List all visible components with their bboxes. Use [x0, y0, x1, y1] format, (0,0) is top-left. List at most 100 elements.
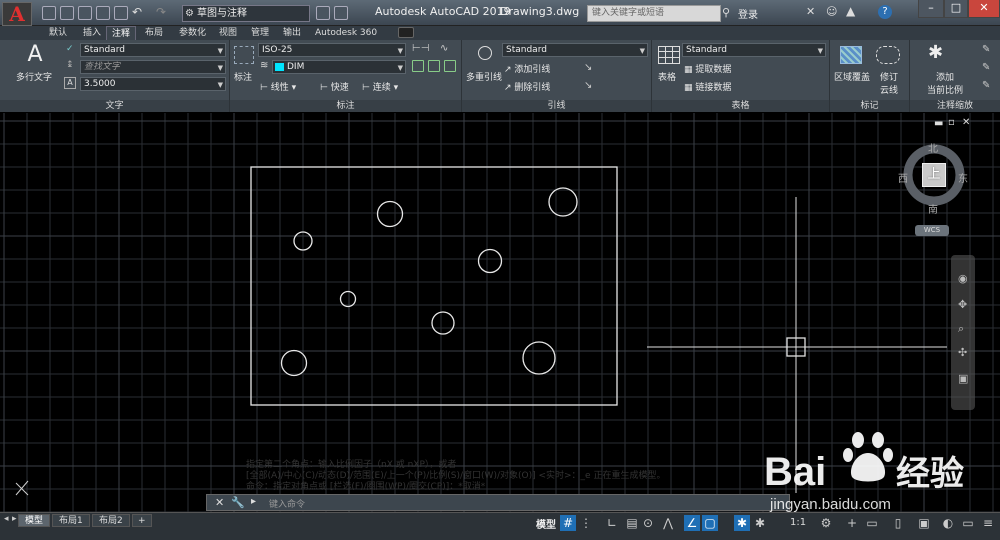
layout-nav-right-icon[interactable]: ▸ [12, 514, 17, 524]
dim-space-icon[interactable] [412, 60, 424, 72]
multileader-button[interactable]: 多重引线 [466, 70, 502, 83]
revcloud-button[interactable]: 修订 云线 [880, 70, 898, 96]
annoscale-icon-3[interactable]: ✎ [982, 80, 990, 91]
viewport-close-icon[interactable]: ✕ [962, 117, 970, 128]
annotation-scale-select[interactable]: 1:1 [790, 517, 806, 528]
command-input[interactable]: 键入命令 [269, 497, 305, 510]
share-icon[interactable] [316, 6, 330, 20]
text-style-select[interactable]: Standard [80, 43, 226, 57]
application-menu-button[interactable]: A [2, 2, 32, 26]
continue-dim-button[interactable]: ⊢ 连续 ▾ [362, 80, 398, 93]
ribbon-tab[interactable]: 布局 [140, 26, 168, 40]
annoscale-icon-2[interactable]: ✎ [982, 62, 990, 73]
dimension-panel-label[interactable]: 标注 [230, 100, 461, 112]
auto-scale-icon[interactable]: ✱ [752, 515, 768, 531]
layout-tab[interactable]: 布局2 [92, 514, 130, 527]
ribbon-tab[interactable]: 注释 [106, 26, 137, 40]
viewcube-west[interactable]: 西 [898, 170, 908, 185]
text-height-select[interactable]: 3.5000 [80, 77, 226, 91]
table-panel-label[interactable]: 表格 [652, 100, 829, 112]
workspace-switch[interactable]: 草图与注释 [182, 5, 310, 22]
clean-screen-icon[interactable]: ▭ [960, 515, 976, 531]
help-search-input[interactable]: 键入关键字或短语 [587, 5, 721, 22]
orbit-icon[interactable]: ✣ [958, 346, 967, 359]
publish-icon[interactable] [334, 6, 348, 20]
annotation-visibility-icon[interactable]: ✱ [734, 515, 750, 531]
layout-nav-left-icon[interactable]: ◂ [4, 514, 9, 524]
maximize-button[interactable]: □ [944, 0, 968, 18]
mtext-button[interactable]: 多行文字 [16, 70, 52, 83]
osnap-tracking-icon[interactable]: ∠ [684, 515, 700, 531]
exchange-apps-icon[interactable]: ✕ [806, 5, 815, 18]
redo-icon[interactable]: ↷ [156, 5, 166, 19]
extract-data-button[interactable]: ▦ 提取数据 [684, 62, 731, 75]
dimension-button[interactable]: 标注 [234, 70, 252, 83]
command-close-icon[interactable]: ✕ [215, 496, 224, 509]
collect-leader-icon[interactable]: ↘ [584, 80, 592, 91]
align-leader-icon[interactable]: ↘ [584, 62, 592, 73]
find-text-input[interactable]: 查找文字 [80, 60, 226, 74]
workspace-gear-icon[interactable]: ⚙ [818, 515, 834, 531]
linear-dim-button[interactable]: ⊢ 线性 ▾ [260, 80, 296, 93]
snap-icon[interactable]: ⋮ [578, 515, 594, 531]
ribbon-tab[interactable]: 参数化 [174, 26, 211, 40]
viewport-restore-icon[interactable]: ▫ [948, 117, 955, 128]
ribbon-toggle-icon[interactable] [398, 27, 414, 38]
steering-wheel-icon[interactable]: ◉ [958, 272, 968, 285]
ribbon-tab[interactable]: 管理 [246, 26, 274, 40]
zoom-icon[interactable]: ⌕ [958, 322, 964, 336]
dim-update-icon[interactable] [444, 60, 456, 72]
circle-entity[interactable] [548, 187, 578, 217]
remove-leader-button[interactable]: ↗ 删除引线 [504, 80, 550, 93]
rectangle-entity[interactable] [250, 166, 618, 406]
viewport-minimize-icon[interactable]: ▬ [934, 118, 943, 129]
dim-style-select[interactable]: ISO-25 [258, 43, 406, 57]
table-button[interactable]: 表格 [658, 70, 676, 83]
dim-adjust-icon[interactable]: ∿ [440, 43, 448, 54]
table-style-select[interactable]: Standard [682, 43, 826, 57]
ribbon-tab[interactable]: 输出 [278, 26, 306, 40]
wcs-menu[interactable]: WCS [915, 225, 949, 236]
layout-tab[interactable]: 布局1 [52, 514, 90, 527]
pan-icon[interactable]: ✥ [958, 298, 967, 311]
annotation-scaling-label[interactable]: 注释缩放 [910, 100, 1000, 112]
command-customize-icon[interactable]: 🔧 [231, 496, 245, 509]
dim-layer-select[interactable]: DIM [272, 60, 406, 74]
viewcube-east[interactable]: 东 [958, 170, 968, 185]
annoscale-icon-1[interactable]: ✎ [982, 44, 990, 55]
add-current-scale-button[interactable]: 添加 当前比例 [914, 70, 976, 96]
circle-entity[interactable] [477, 248, 503, 274]
command-recent-icon[interactable]: ▸ [251, 496, 256, 507]
open-file-icon[interactable] [60, 6, 74, 20]
save-icon[interactable] [78, 6, 92, 20]
ribbon-tab[interactable]: 插入 [78, 26, 106, 40]
print-icon[interactable] [114, 6, 128, 20]
grid-icon[interactable]: # [560, 515, 576, 531]
lock-ui-icon[interactable]: ▣ [916, 515, 932, 531]
layout-tab[interactable]: 模型 [18, 514, 51, 527]
customization-icon[interactable]: ≡ [980, 515, 996, 531]
text-panel-label[interactable]: 文字 [0, 100, 229, 112]
object-snap-icon[interactable]: ▢ [702, 515, 718, 531]
a360-icon[interactable]: ▲ [846, 4, 855, 18]
viewcube-north[interactable]: 北 [928, 140, 938, 155]
binoculars-icon[interactable]: ⚲ [722, 6, 730, 19]
markup-panel-label[interactable]: 标记 [830, 100, 909, 112]
circle-entity[interactable] [339, 290, 357, 308]
leader-panel-label[interactable]: 引线 [462, 100, 651, 112]
wipeout-button[interactable]: 区域覆盖 [834, 70, 870, 83]
showmotion-icon[interactable]: ▣ [958, 372, 968, 385]
circle-entity[interactable] [522, 341, 556, 375]
circle-entity[interactable] [376, 200, 404, 228]
save-as-icon[interactable] [96, 6, 110, 20]
polar-icon[interactable]: ⊙ [640, 515, 656, 531]
dim-break-icon[interactable]: ⊢⊣ [412, 43, 429, 54]
new-file-icon[interactable] [42, 6, 56, 20]
link-data-button[interactable]: ▦ 链接数据 [684, 80, 731, 93]
minimize-button[interactable]: – [918, 0, 944, 18]
leader-style-select[interactable]: Standard [502, 43, 648, 57]
ribbon-tab[interactable]: Autodesk 360 [310, 26, 382, 40]
isometric-icon[interactable]: ⋀ [660, 515, 676, 531]
viewcube-top-face[interactable]: 上 [922, 163, 946, 187]
units-icon[interactable]: ▭ [864, 515, 880, 531]
